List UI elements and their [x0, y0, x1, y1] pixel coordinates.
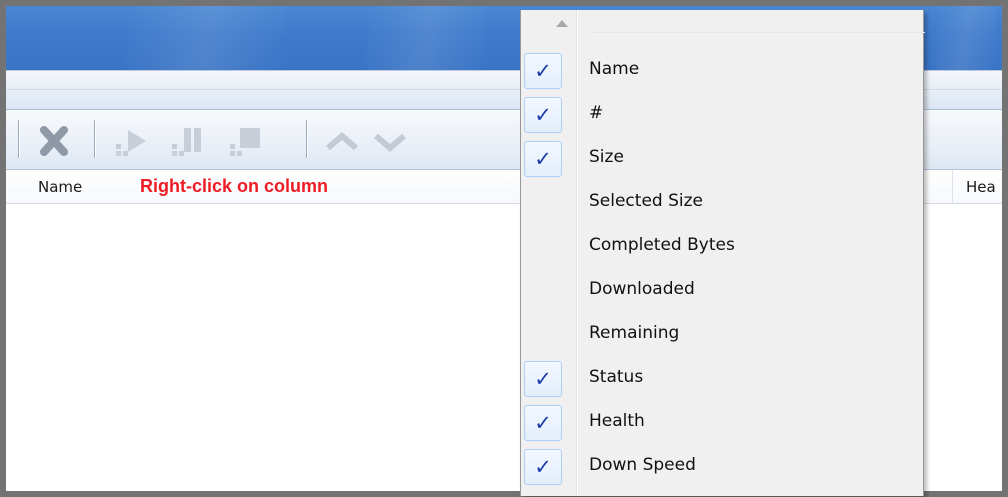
menu-item-label: #: [589, 103, 604, 123]
start-icon[interactable]: [112, 124, 152, 158]
menu-item-label: Size: [589, 147, 624, 167]
menu-item-selected-size[interactable]: Selected Size: [521, 182, 925, 224]
menu-item-completed-bytes[interactable]: Completed Bytes: [521, 226, 925, 268]
scroll-up-arrow[interactable]: [537, 10, 587, 36]
menu-item-label: Down Speed: [589, 455, 696, 475]
column-divider[interactable]: [952, 170, 953, 204]
check-glyph: ✓: [534, 58, 552, 83]
remove-icon[interactable]: [34, 124, 74, 158]
menu-item-name[interactable]: ✓ Name: [521, 50, 925, 92]
move-down-icon[interactable]: [370, 124, 410, 158]
checkmark-icon: ✓: [524, 361, 562, 397]
menu-item-status[interactable]: ✓ Status: [521, 358, 925, 400]
stop-icon[interactable]: [226, 124, 266, 158]
menu-item-label: Status: [589, 367, 644, 387]
check-glyph: ✓: [534, 146, 552, 171]
menu-item-label: Completed Bytes: [589, 235, 735, 255]
menu-item-downloaded[interactable]: Downloaded: [521, 270, 925, 312]
check-glyph: ✓: [534, 366, 552, 391]
checkmark-icon: ✓: [524, 141, 562, 177]
menu-item-number[interactable]: ✓ #: [521, 94, 925, 136]
checkmark-icon: ✓: [524, 53, 562, 89]
toolbar-separator: [94, 120, 95, 158]
menu-item-down-speed[interactable]: ✓ Down Speed: [521, 446, 925, 488]
menu-item-remaining[interactable]: Remaining: [521, 314, 925, 356]
check-glyph: ✓: [534, 454, 552, 479]
menu-item-label: Health: [589, 411, 645, 431]
column-name[interactable]: Name: [38, 178, 82, 196]
check-glyph: ✓: [534, 102, 552, 127]
menu-item-health[interactable]: ✓ Health: [521, 402, 925, 444]
column-context-menu: ✓ Name ✓ # ✓ Size Selected Size Completed Bytes…: [520, 10, 925, 496]
checkmark-icon: ✓: [524, 449, 562, 485]
menu-item-size[interactable]: ✓ Size: [521, 138, 925, 180]
move-up-icon[interactable]: [322, 124, 362, 158]
toolbar-separator: [306, 120, 307, 158]
check-glyph: ✓: [534, 410, 552, 435]
checkmark-icon: ✓: [524, 405, 562, 441]
pause-icon[interactable]: [168, 124, 208, 158]
annotation-label: Right-click on column: [140, 176, 329, 196]
menu-item-label: Selected Size: [589, 191, 703, 211]
menu-item-label: Downloaded: [589, 279, 695, 299]
menu-item-label: Remaining: [589, 323, 680, 343]
toolbar-separator: [18, 120, 19, 158]
menu-item-label: Name: [589, 59, 640, 79]
column-health[interactable]: Hea: [966, 178, 996, 196]
checkmark-icon: ✓: [524, 97, 562, 133]
